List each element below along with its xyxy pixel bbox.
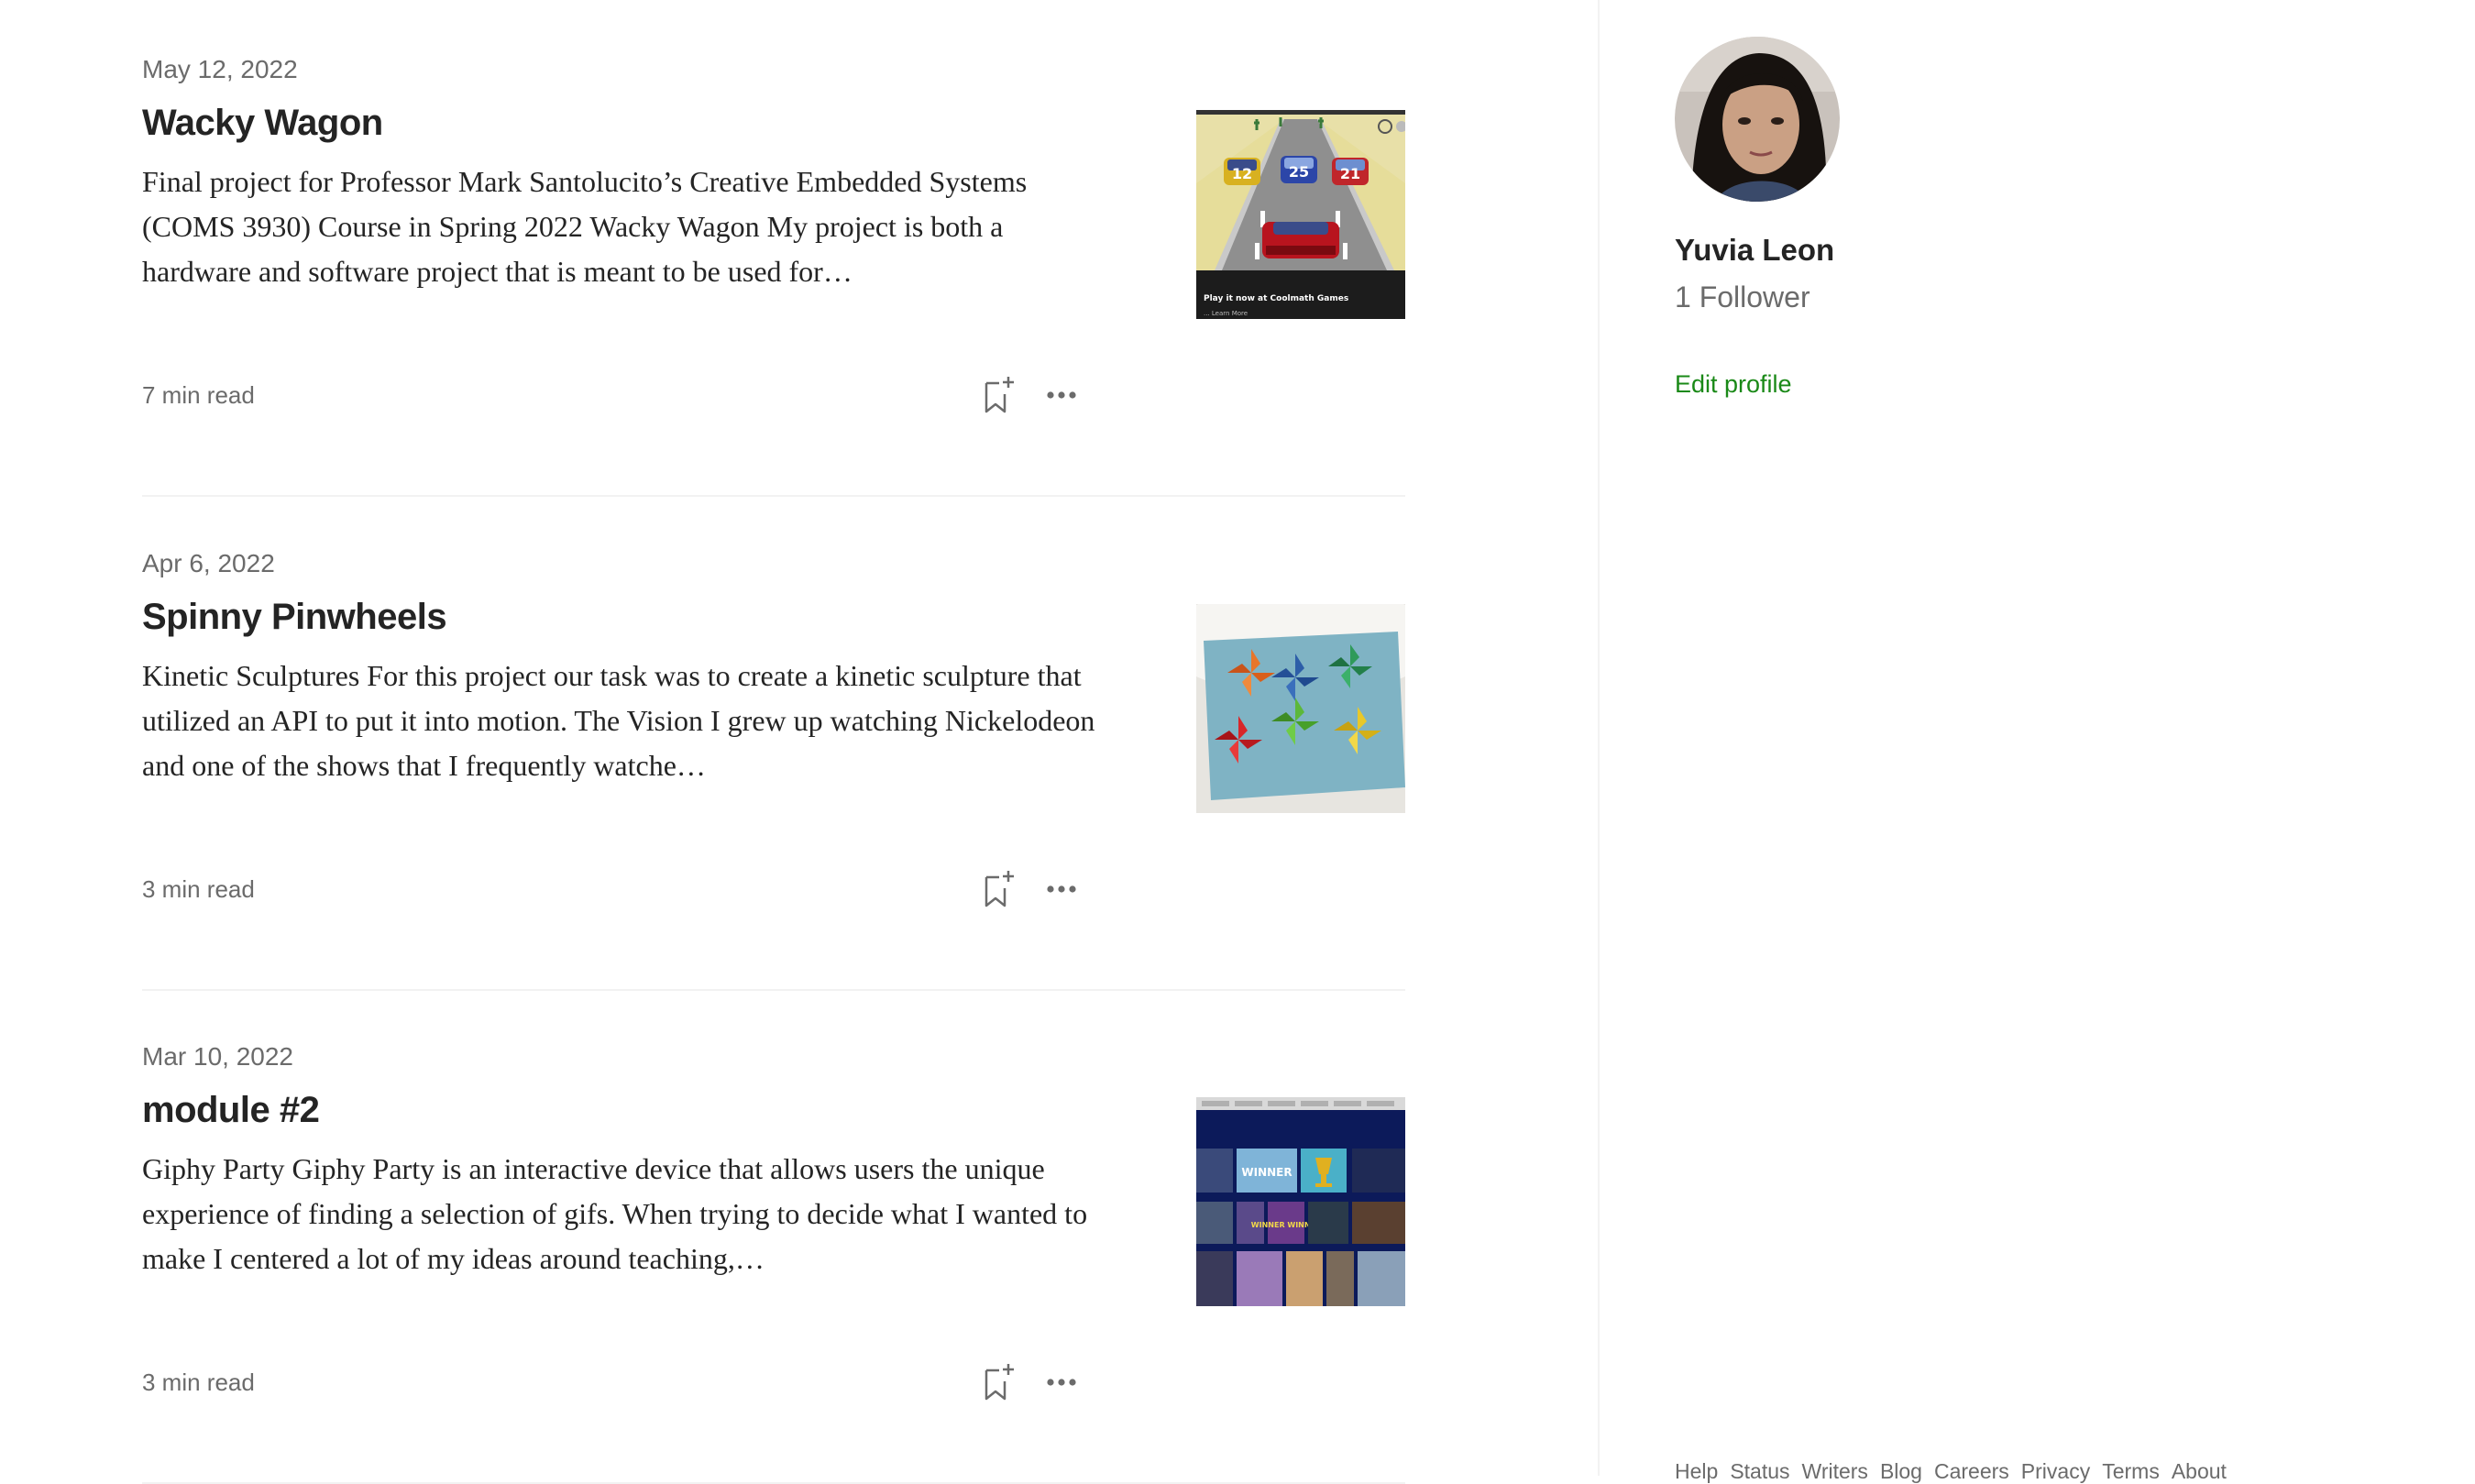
article-feed: May 12, 2022 Wacky Wagon Final project f… [0, 0, 1598, 1484]
footer-link-blog[interactable]: Blog [1880, 1459, 1922, 1484]
follower-count[interactable]: 1 Follower [1675, 280, 1810, 314]
footer-link-terms[interactable]: Terms [2102, 1459, 2160, 1484]
divider [142, 989, 1405, 991]
read-time: 3 min read [142, 875, 255, 903]
car-number: 12 [1232, 165, 1252, 182]
article-title[interactable]: Spinny Pinwheels [142, 597, 447, 638]
read-time: 3 min read [142, 1369, 255, 1396]
racing-game-image: 12 25 21 Play it now at Coolmath Games .… [1196, 110, 1405, 319]
article-title[interactable]: Wacky Wagon [142, 103, 383, 144]
article-excerpt[interactable]: Final project for Professor Mark Santolu… [142, 159, 1105, 294]
profile-photo [1675, 37, 1840, 202]
divider [142, 495, 1405, 497]
more-horizontal-icon [1047, 885, 1076, 893]
article-excerpt[interactable]: Kinetic Sculptures For this project our … [142, 654, 1105, 788]
giphy-party-image: WINNER WINNER WINNER [1196, 1097, 1405, 1306]
save-button[interactable] [978, 374, 1020, 416]
pinwheels-image [1196, 604, 1405, 813]
thumb-caption: Play it now at Coolmath Games [1204, 294, 1348, 303]
article-thumbnail[interactable]: 12 25 21 Play it now at Coolmath Games .… [1196, 110, 1405, 319]
footer-link-writers[interactable]: Writers [1802, 1459, 1868, 1484]
footer-link-status[interactable]: Status [1730, 1459, 1789, 1484]
avatar[interactable] [1675, 37, 1840, 202]
bookmark-add-icon [984, 377, 1014, 413]
more-button[interactable] [1040, 1361, 1083, 1403]
profile-sidebar: Yuvia Leon 1 Follower Edit profile Help … [1598, 0, 2475, 1483]
article-thumbnail[interactable]: WINNER WINNER WINNER [1196, 1097, 1405, 1306]
footer-link-privacy[interactable]: Privacy [2021, 1459, 2090, 1484]
more-horizontal-icon [1047, 391, 1076, 399]
more-horizontal-icon [1047, 1379, 1076, 1386]
more-button[interactable] [1040, 868, 1083, 910]
profile-name[interactable]: Yuvia Leon [1675, 233, 1834, 268]
article-date: Apr 6, 2022 [142, 549, 275, 577]
more-button[interactable] [1040, 374, 1083, 416]
bookmark-add-icon [984, 1364, 1014, 1401]
thumb-note: ... Learn More [1204, 310, 1248, 317]
article-excerpt[interactable]: Giphy Party Giphy Party is an interactiv… [142, 1147, 1105, 1281]
footer-link-careers[interactable]: Careers [1934, 1459, 2009, 1484]
article-thumbnail[interactable] [1196, 604, 1405, 813]
read-time: 7 min read [142, 381, 255, 409]
save-button[interactable] [978, 868, 1020, 910]
edit-profile-link[interactable]: Edit profile [1675, 370, 1792, 399]
article-date: Mar 10, 2022 [142, 1042, 293, 1071]
footer-link-help[interactable]: Help [1675, 1459, 1718, 1484]
article-date: May 12, 2022 [142, 55, 298, 83]
save-button[interactable] [978, 1361, 1020, 1403]
footer-links: Help Status Writers Blog Careers Privacy… [1675, 1459, 2227, 1484]
car-number: 21 [1340, 165, 1360, 182]
thumb-word: WINNER [1241, 1166, 1292, 1179]
car-number: 25 [1289, 163, 1309, 181]
footer-link-about[interactable]: About [2172, 1459, 2227, 1484]
article-title[interactable]: module #2 [142, 1090, 320, 1131]
bookmark-add-icon [984, 871, 1014, 907]
